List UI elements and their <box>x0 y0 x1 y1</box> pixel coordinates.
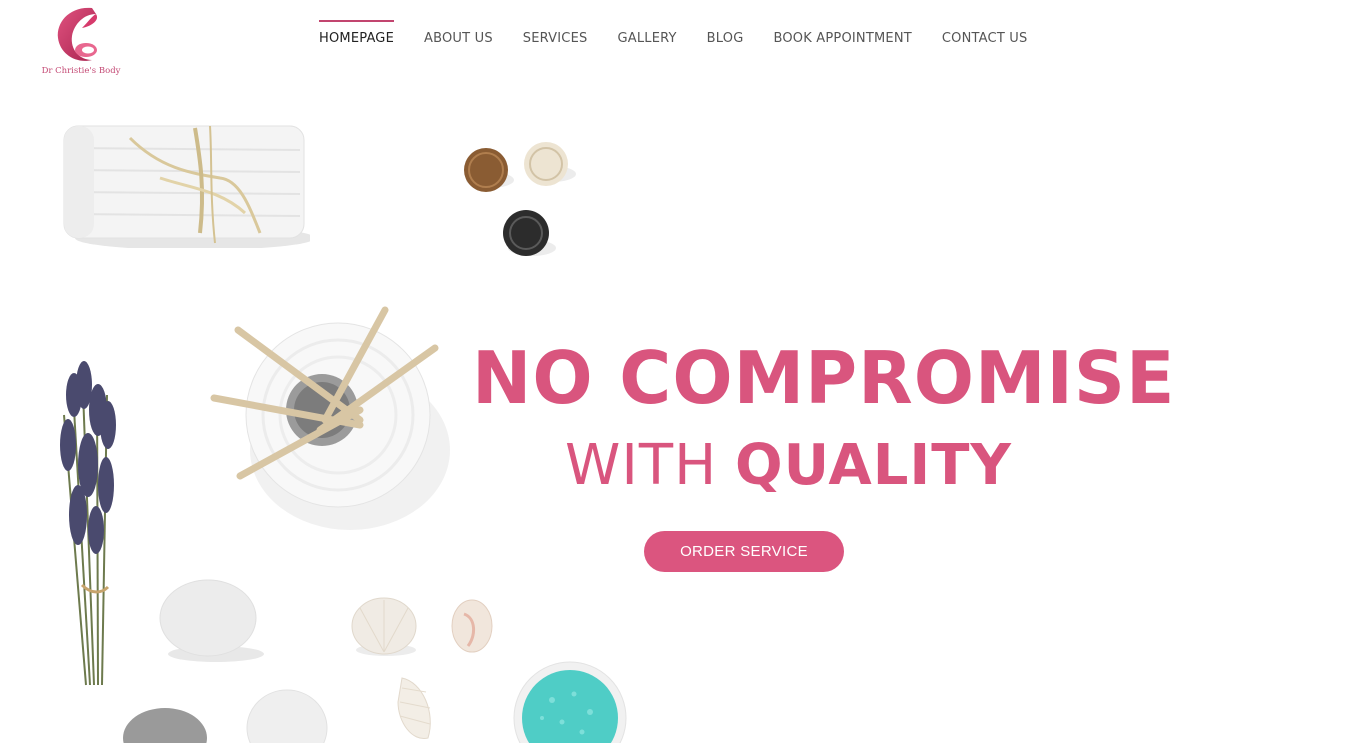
hero-title: NO COMPROMISE <box>472 336 1176 420</box>
hero-subtitle-light: WITH <box>565 433 718 498</box>
seashell-image <box>351 597 417 656</box>
brand-logo[interactable]: Dr Christie's Body <box>36 4 126 80</box>
nav-item-contact-us[interactable]: CONTACT US <box>942 20 1028 46</box>
seashell-image <box>451 599 493 653</box>
nav-item-about-us[interactable]: ABOUT US <box>424 20 493 46</box>
reed-diffuser-image <box>210 306 450 530</box>
lavender-image <box>60 361 116 686</box>
stone-image <box>159 579 264 662</box>
seashell-image <box>397 677 431 739</box>
towel-image <box>63 125 310 248</box>
stone-image <box>123 708 207 743</box>
nav-item-services[interactable]: SERVICES <box>523 20 588 46</box>
logo-mark-icon <box>57 7 98 61</box>
stone-image <box>246 689 328 743</box>
hero-subtitle: WITH QUALITY <box>565 433 1012 499</box>
logo-text: Dr Christie's Body <box>41 66 121 76</box>
bath-salt-bowl-image <box>513 661 627 743</box>
wicker-balls-image <box>464 142 576 256</box>
order-service-button[interactable]: ORDER SERVICE <box>644 531 844 572</box>
nav-item-blog[interactable]: BLOG <box>707 20 744 46</box>
nav-item-gallery[interactable]: GALLERY <box>617 20 676 46</box>
nav-item-book-appointment[interactable]: BOOK APPOINTMENT <box>773 20 911 46</box>
hero-subtitle-bold: QUALITY <box>735 433 1012 498</box>
main-nav: HOMEPAGE ABOUT US SERVICES GALLERY BLOG … <box>319 20 1027 46</box>
nav-item-homepage[interactable]: HOMEPAGE <box>319 20 394 46</box>
